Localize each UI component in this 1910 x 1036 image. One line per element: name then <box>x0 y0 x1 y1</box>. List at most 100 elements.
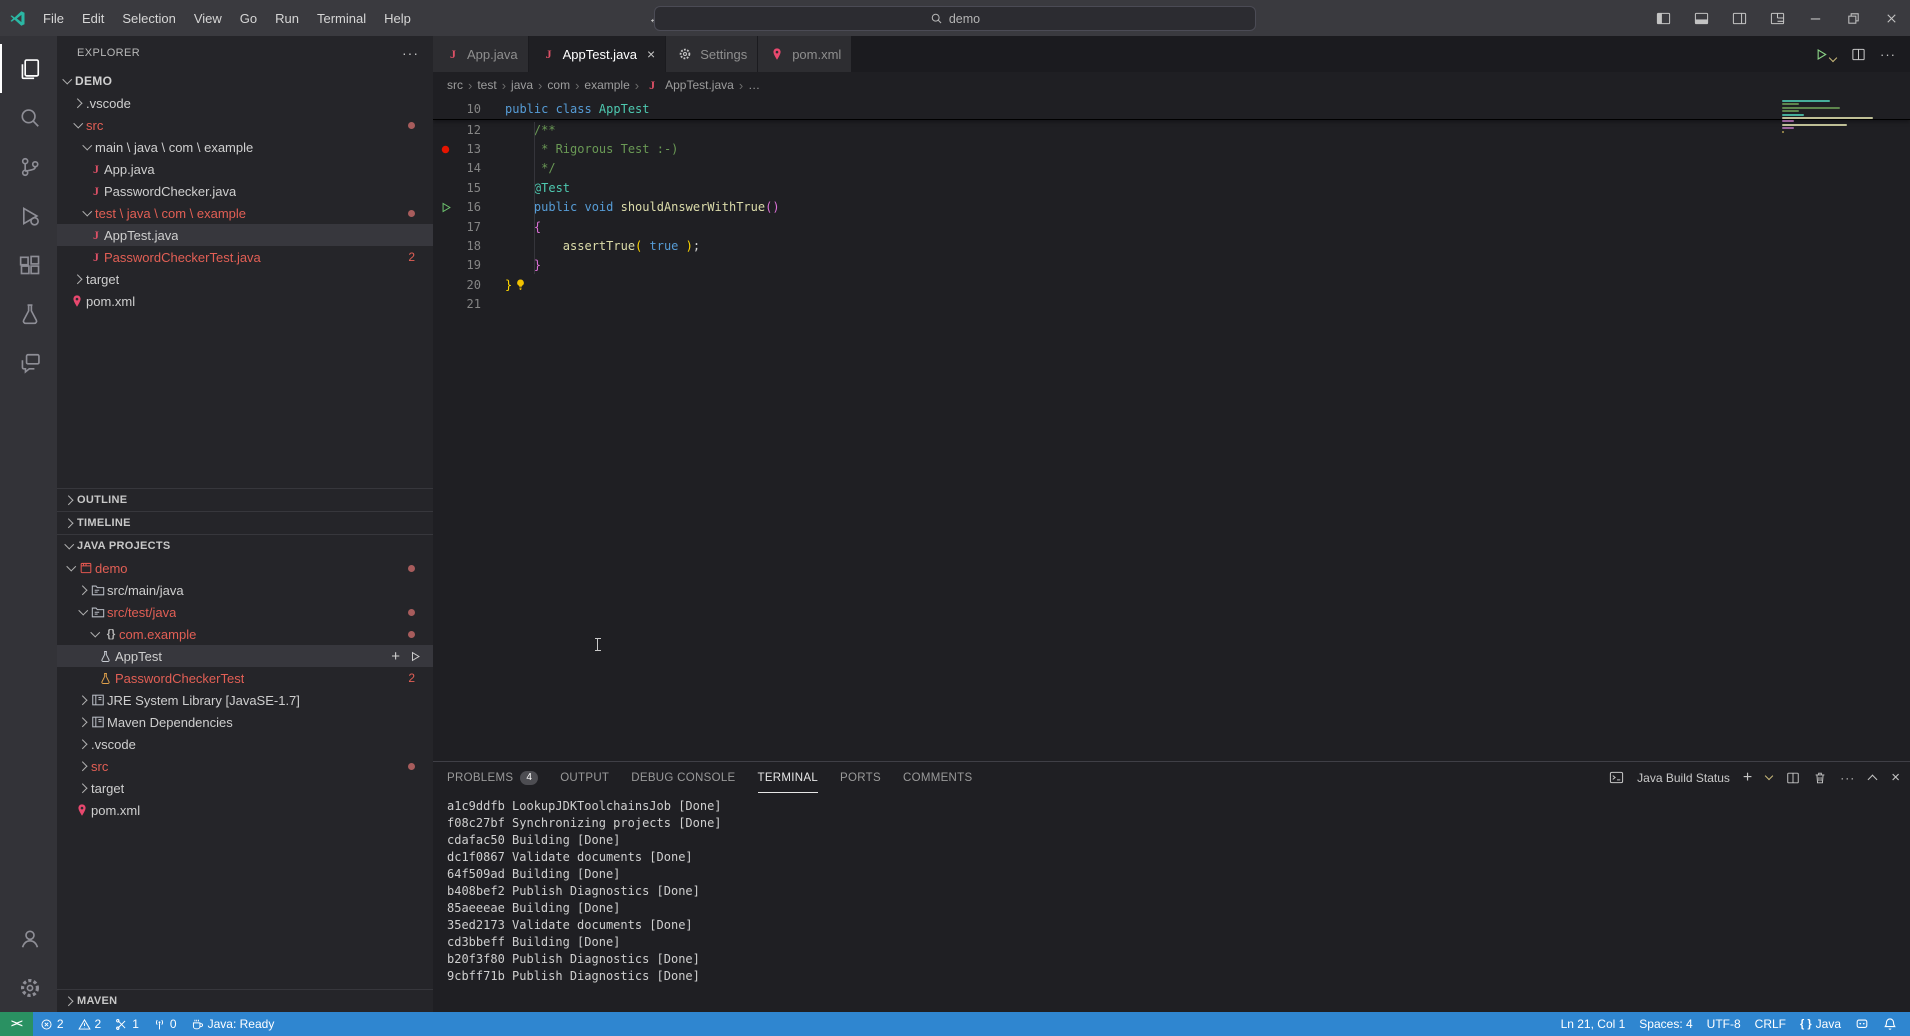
source-control-activity-icon[interactable] <box>0 142 57 191</box>
breadcrumb-item-src[interactable]: src <box>447 78 463 92</box>
explorer-item-main-java-com-example[interactable]: main \ java \ com \ example <box>57 136 433 158</box>
explorer-item-app.java[interactable]: JApp.java <box>57 158 433 180</box>
explorer-item-test-java-com-example[interactable]: test \ java \ com \ example <box>57 202 433 224</box>
account-activity-icon[interactable] <box>0 914 57 963</box>
explorer-item-.vscode[interactable]: .vscode <box>57 92 433 114</box>
restore-icon[interactable] <box>1834 0 1872 36</box>
tab-apptest.java[interactable]: JAppTest.java× <box>529 36 667 72</box>
close-tab-icon[interactable]: × <box>647 46 655 62</box>
toggle-panel-icon[interactable] <box>1682 0 1720 36</box>
run-java-icon[interactable] <box>1813 47 1837 62</box>
java-project-item-.vscode[interactable]: .vscode <box>57 733 433 755</box>
java-project-item-src-main-java[interactable]: src/main/java <box>57 579 433 601</box>
run-test-icon[interactable] <box>408 650 421 663</box>
terminal-output[interactable]: a1c9ddfb LookupJDKToolchainsJob [Done]f0… <box>433 793 1910 1012</box>
tab-app.java[interactable]: JApp.java <box>433 36 529 72</box>
status-java-status[interactable]: Java: Ready <box>184 1012 282 1036</box>
code-line-18[interactable]: 18 assertTrue( true ); <box>433 236 1910 255</box>
panel-tab-debug-console[interactable]: DEBUG CONSOLE <box>631 762 735 793</box>
kill-terminal-icon[interactable] <box>1813 771 1827 785</box>
breadcrumb-item-com[interactable]: com <box>547 78 570 92</box>
java-project-item-passwordcheckertest[interactable]: PasswordCheckerTest2 <box>57 667 433 689</box>
tab-pom.xml[interactable]: pom.xml <box>758 36 852 72</box>
breadcrumb-more[interactable]: … <box>748 78 760 92</box>
status-cursor-position[interactable]: Ln 21, Col 1 <box>1554 1012 1633 1036</box>
new-terminal-icon[interactable]: + <box>1743 770 1752 786</box>
status-java-language-status[interactable]: 0 <box>146 1012 184 1036</box>
gutter[interactable] <box>433 201 457 214</box>
tab-settings[interactable]: Settings <box>666 36 758 72</box>
menu-run[interactable]: Run <box>266 11 308 26</box>
settings-activity-icon[interactable] <box>0 963 57 1012</box>
explorer-item-passwordchecker.java[interactable]: JPasswordChecker.java <box>57 180 433 202</box>
status-problems-warnings[interactable]: 2 <box>71 1012 109 1036</box>
testing-activity-icon[interactable] <box>0 289 57 338</box>
tree-root-demo[interactable]: DEMO <box>57 70 433 92</box>
close-window-icon[interactable] <box>1872 0 1910 36</box>
menu-edit[interactable]: Edit <box>73 11 113 26</box>
panel-tab-ports[interactable]: PORTS <box>840 762 881 793</box>
minimize-icon[interactable] <box>1796 0 1834 36</box>
terminal-label[interactable]: Java Build Status <box>1637 771 1730 785</box>
java-project-item-pom.xml[interactable]: pom.xml <box>57 799 433 821</box>
explorer-item-apptest.java[interactable]: JAppTest.java <box>57 224 433 246</box>
java-project-item-maven-dependencies[interactable]: Maven Dependencies <box>57 711 433 733</box>
status-feedback[interactable] <box>1848 1012 1876 1036</box>
maven-section-header[interactable]: MAVEN <box>57 989 433 1012</box>
java-project-item-src[interactable]: src <box>57 755 433 777</box>
status-remote-indicator[interactable]: >< <box>0 1012 33 1036</box>
menu-view[interactable]: View <box>185 11 231 26</box>
run-dropdown-icon[interactable] <box>1829 54 1837 62</box>
command-center-search[interactable]: demo <box>654 6 1256 31</box>
explorer-item-src[interactable]: src <box>57 114 433 136</box>
explorer-header[interactable]: EXPLORER ··· <box>57 36 433 70</box>
code-line-15[interactable]: 15 @Test <box>433 178 1910 197</box>
code-editor[interactable]: 10public class AppTest12 /**13 * Rigorou… <box>433 98 1910 761</box>
search-activity-icon[interactable] <box>0 93 57 142</box>
breadcrumb-item-example[interactable]: example <box>584 78 629 92</box>
run-debug-activity-icon[interactable] <box>0 191 57 240</box>
java-project-item-jre-system-library-javase-1.7-[interactable]: JRE System Library [JavaSE-1.7] <box>57 689 433 711</box>
status-encoding[interactable]: UTF-8 <box>1700 1012 1748 1036</box>
code-line-19[interactable]: 19 } <box>433 256 1910 275</box>
explorer-more-icon[interactable]: ··· <box>402 45 419 61</box>
outline-section-header[interactable]: OUTLINE <box>57 488 433 511</box>
new-test-icon[interactable]: + <box>391 648 400 665</box>
maximize-panel-icon[interactable] <box>1868 773 1878 783</box>
split-terminal-icon[interactable] <box>1786 771 1800 785</box>
explorer-item-passwordcheckertest.java[interactable]: JPasswordCheckerTest.java2 <box>57 246 433 268</box>
status-language-mode[interactable]: { }Java <box>1793 1012 1848 1036</box>
java-project-item-com.example[interactable]: {}com.example <box>57 623 433 645</box>
breadcrumb-item-test[interactable]: test <box>477 78 496 92</box>
menu-help[interactable]: Help <box>375 11 420 26</box>
terminal-dropdown-icon[interactable] <box>1765 772 1773 780</box>
status-java-tasks[interactable]: 1 <box>108 1012 146 1036</box>
panel-tab-problems[interactable]: PROBLEMS4 <box>447 762 538 793</box>
editor-more-icon[interactable]: ··· <box>1880 47 1896 62</box>
close-panel-icon[interactable]: × <box>1891 769 1900 786</box>
code-line-17[interactable]: 17 { <box>433 217 1910 236</box>
comments-activity-icon[interactable] <box>0 338 57 387</box>
code-line-21[interactable]: 21 <box>433 295 1910 314</box>
panel-tab-output[interactable]: OUTPUT <box>560 762 609 793</box>
status-indentation[interactable]: Spaces: 4 <box>1632 1012 1699 1036</box>
code-line-12[interactable]: 12 /** <box>433 120 1910 139</box>
menu-selection[interactable]: Selection <box>113 11 184 26</box>
code-line-13[interactable]: 13 * Rigorous Test :-) <box>433 139 1910 158</box>
code-line-16[interactable]: 16 public void shouldAnswerWithTrue() <box>433 198 1910 217</box>
code-line-20[interactable]: 20} <box>433 275 1910 294</box>
gutter[interactable] <box>433 143 457 156</box>
panel-tab-comments[interactable]: COMMENTS <box>903 762 972 793</box>
run-test-gutter-icon[interactable] <box>439 201 452 214</box>
breakpoint-icon[interactable] <box>439 143 452 156</box>
java-projects-section-header[interactable]: JAVA PROJECTS <box>57 534 433 557</box>
menu-file[interactable]: File <box>34 11 73 26</box>
java-project-item-demo[interactable]: demo <box>57 557 433 579</box>
toggle-secondary-sidebar-icon[interactable] <box>1720 0 1758 36</box>
panel-tab-terminal[interactable]: TERMINAL <box>758 762 819 793</box>
status-notifications[interactable] <box>1876 1012 1904 1036</box>
explorer-item-pom.xml[interactable]: pom.xml <box>57 290 433 312</box>
split-editor-icon[interactable] <box>1851 47 1866 62</box>
menu-terminal[interactable]: Terminal <box>308 11 375 26</box>
code-line-14[interactable]: 14 */ <box>433 159 1910 178</box>
